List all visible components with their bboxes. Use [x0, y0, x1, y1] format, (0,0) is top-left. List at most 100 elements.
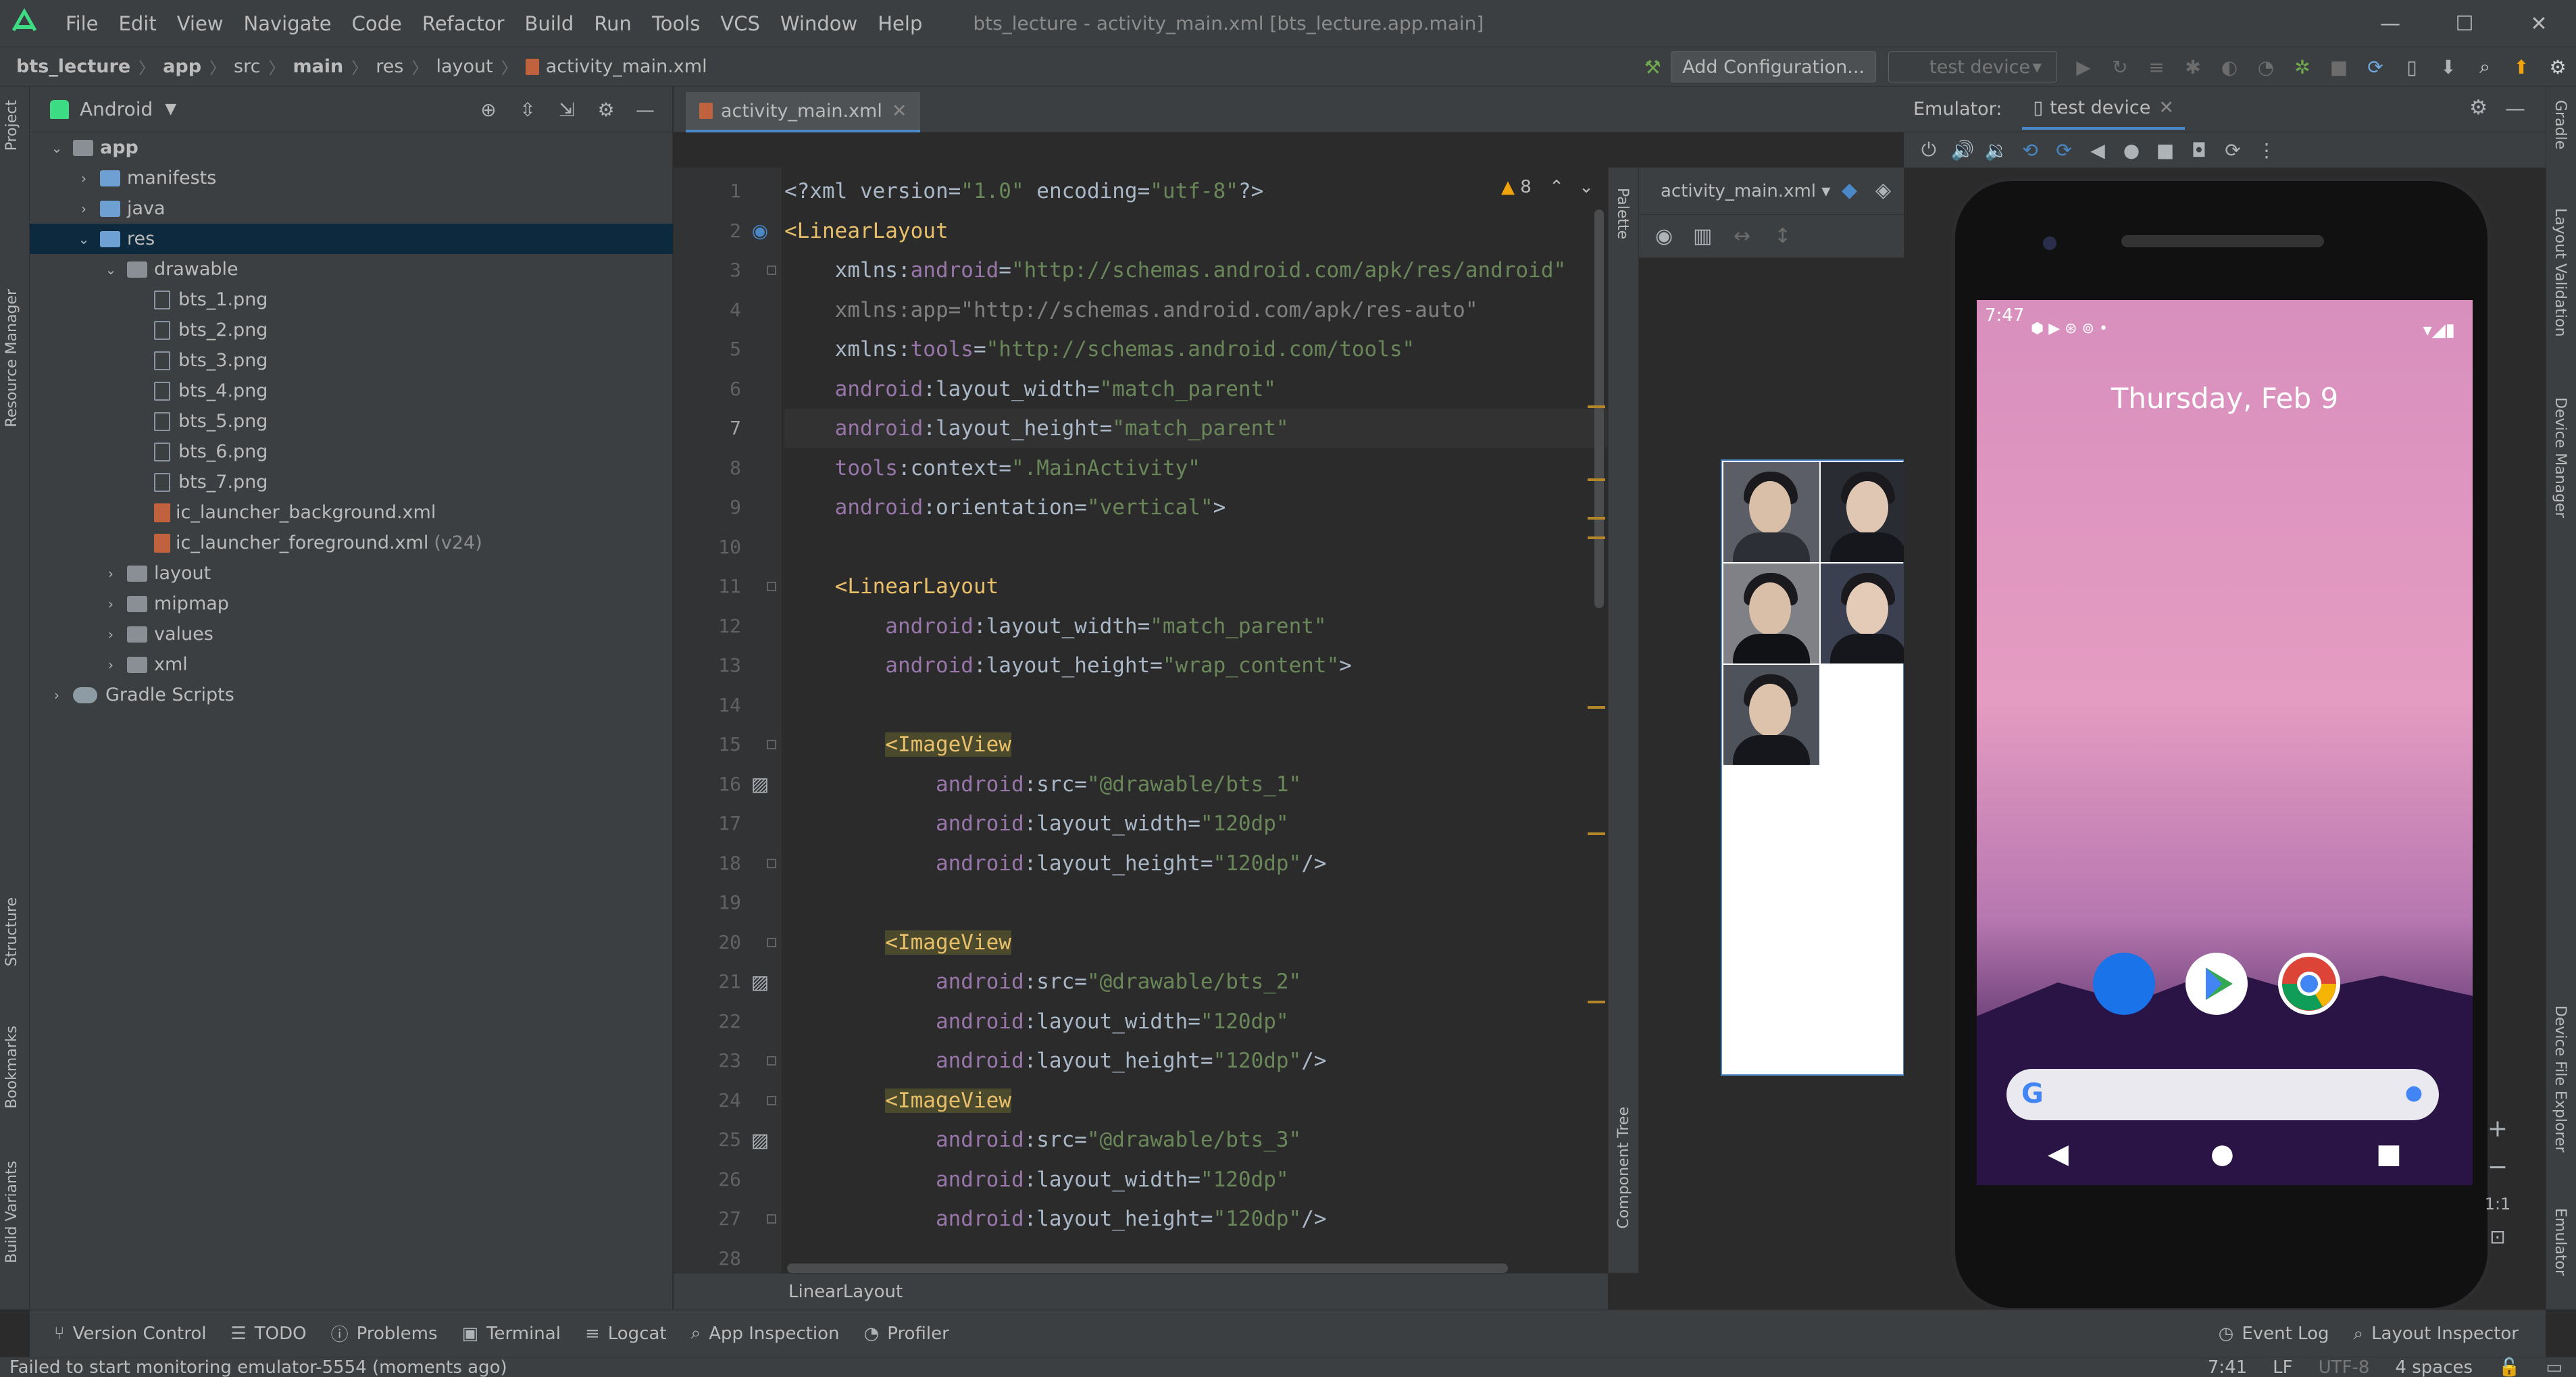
power-icon[interactable]: ⏻	[1912, 136, 1946, 164]
tree-item-manifests[interactable]: › manifests	[30, 163, 673, 193]
tab-emulator[interactable]: Emulator	[2552, 1208, 2569, 1276]
memory-indicator-icon[interactable]: ▭	[2546, 1357, 2562, 1377]
profiler-button[interactable]: ◔ Profiler	[864, 1324, 949, 1344]
breadcrumb-src[interactable]: src	[234, 56, 260, 77]
layout-preview[interactable]	[1721, 459, 1917, 1076]
tree-item-xml[interactable]: › xml	[30, 649, 673, 680]
collapsed-arrow-icon[interactable]: ›	[103, 626, 119, 643]
layers-icon[interactable]: ◆	[1842, 178, 1857, 202]
tree-item-gradle-scripts[interactable]: › Gradle Scripts	[30, 680, 673, 710]
tab-bookmarks[interactable]: Bookmarks	[3, 1026, 20, 1109]
close-icon[interactable]: ✕	[2502, 0, 2576, 47]
breadcrumb-layout[interactable]: layout	[436, 56, 493, 77]
menu-build[interactable]: Build	[515, 12, 584, 35]
menu-tools[interactable]: Tools	[642, 12, 710, 35]
collapsed-arrow-icon[interactable]: ›	[103, 566, 119, 582]
zoom-actual-size[interactable]: 1:1	[2485, 1195, 2511, 1213]
caret-position[interactable]: 7:41	[2208, 1357, 2247, 1377]
tab-device-file-explorer[interactable]: Device File Explorer	[2552, 1005, 2569, 1153]
debug-icon[interactable]: ✱	[2179, 53, 2206, 80]
expanded-arrow-icon[interactable]: ⌄	[49, 140, 65, 156]
fold-marker-icon[interactable]	[767, 266, 776, 275]
expand-all-icon[interactable]: ⇳	[513, 95, 542, 124]
device-selector[interactable]: test device ▾	[1888, 51, 2057, 82]
warning-stripe-marker[interactable]	[1588, 405, 1605, 408]
preview-image-bts-3[interactable]	[1723, 564, 1819, 664]
close-tab-icon[interactable]: ✕	[2158, 97, 2174, 118]
phone-home-icon[interactable]: ●	[2211, 1138, 2234, 1170]
menu-file[interactable]: File	[55, 12, 109, 35]
tab-resource-manager[interactable]: Resource Manager	[3, 289, 20, 427]
emulator-device-tab[interactable]: ▯ test device ✕	[2022, 89, 2185, 130]
volume-down-icon[interactable]: 🔉	[1979, 136, 2013, 164]
file-encoding[interactable]: UTF-8	[2319, 1357, 2370, 1377]
volume-up-icon[interactable]: 🔊	[1946, 136, 1979, 164]
tree-item-bts-3-png[interactable]: bts_3.png	[30, 345, 673, 376]
tree-item-bts-6-png[interactable]: bts_6.png	[30, 436, 673, 467]
menu-navigate[interactable]: Navigate	[234, 12, 342, 35]
tree-item-bts-1-png[interactable]: bts_1.png	[30, 284, 673, 315]
apply-changes-icon[interactable]: ≡	[2143, 53, 2170, 80]
preview-image-bts-4[interactable]	[1821, 564, 1917, 664]
menu-run[interactable]: Run	[584, 12, 642, 35]
menu-view[interactable]: View	[167, 12, 234, 35]
minimize-icon[interactable]: —	[2353, 0, 2427, 47]
zoom-fit-icon[interactable]: ⊡	[2490, 1226, 2505, 1248]
snapshot-icon[interactable]: ⟳	[2216, 136, 2250, 164]
preview-image-bts-2[interactable]	[1821, 462, 1917, 562]
chrome-app-icon[interactable]	[2278, 953, 2340, 1015]
fold-marker-icon[interactable]	[767, 1056, 776, 1066]
terminal-button[interactable]: ▣ Terminal	[461, 1324, 560, 1344]
tree-item-bts-5-png[interactable]: bts_5.png	[30, 406, 673, 436]
hammer-icon[interactable]: ⚒	[1639, 53, 1666, 80]
gear-icon[interactable]: ⚙	[591, 95, 621, 124]
breadcrumb-main[interactable]: main	[293, 56, 343, 77]
lock-icon[interactable]: 🔓	[2498, 1357, 2520, 1377]
sync-gradle-icon[interactable]: ⟳	[2362, 53, 2389, 80]
tree-item-drawable[interactable]: ⌄ drawable	[30, 254, 673, 284]
fold-marker-icon[interactable]	[767, 937, 776, 947]
expanded-arrow-icon[interactable]: ⌄	[103, 261, 119, 278]
blueprint-icon[interactable]: ▥	[1693, 224, 1712, 248]
tree-item-ic-launcher-background-xml[interactable]: ic_launcher_background.xml	[30, 497, 673, 528]
coverage-icon[interactable]: ◔	[2252, 53, 2279, 80]
rotate-left-icon[interactable]: ⟲	[2013, 136, 2047, 164]
breadcrumb-app[interactable]: app	[163, 56, 201, 77]
phone-recents-icon[interactable]: ■	[2376, 1138, 2402, 1170]
collapse-all-icon[interactable]: ⇲	[552, 95, 582, 124]
expanded-arrow-icon[interactable]: ⌄	[76, 231, 92, 247]
tab-build-variants[interactable]: Build Variants	[3, 1161, 20, 1263]
messages-app-icon[interactable]	[2093, 953, 2155, 1015]
tab-device-manager[interactable]: Device Manager	[2552, 397, 2569, 518]
tree-item-bts-4-png[interactable]: bts_4.png	[30, 376, 673, 406]
collapsed-arrow-icon[interactable]: ›	[103, 596, 119, 612]
horizontal-resize-icon[interactable]: ↔	[1734, 224, 1750, 248]
play-store-app-icon[interactable]	[2186, 953, 2248, 1015]
tab-layout-validation[interactable]: Layout Validation	[2552, 208, 2569, 336]
tab-palette[interactable]: Palette	[1614, 188, 1631, 239]
warning-stripe-marker[interactable]	[1588, 832, 1605, 835]
tab-activity-main-xml[interactable]: activity_main.xml ✕	[686, 92, 921, 132]
problems-button[interactable]: ⓘ Problems	[331, 1321, 438, 1346]
rotate-right-icon[interactable]: ⟳	[2047, 136, 2081, 164]
preview-image-bts-1[interactable]	[1723, 462, 1819, 562]
tree-item-ic-launcher-foreground-xml[interactable]: ic_launcher_foreground.xml (v24)	[30, 528, 673, 558]
rerun-icon[interactable]: ↻	[2106, 53, 2133, 80]
todo-button[interactable]: ☰ TODO	[230, 1324, 306, 1344]
home-icon[interactable]: ●	[2115, 136, 2148, 164]
menu-refactor[interactable]: Refactor	[412, 12, 515, 35]
image-preview-icon[interactable]: ▨	[747, 771, 774, 798]
warning-stripe-marker[interactable]	[1588, 1001, 1605, 1003]
fold-marker-icon[interactable]	[767, 582, 776, 591]
menu-vcs[interactable]: VCS	[710, 12, 770, 35]
preview-image-bts-5[interactable]	[1723, 665, 1819, 765]
add-configuration-button[interactable]: Add Configuration...	[1671, 51, 1876, 82]
locate-icon[interactable]: ⊕	[474, 95, 503, 124]
status-message[interactable]: Failed to start monitoring emulator-5554…	[9, 1357, 507, 1377]
image-preview-icon[interactable]: ▨	[747, 1126, 774, 1153]
phone-screen[interactable]: ▾◢▮ ⬢ ▶ ⊛ ⊚ •	[1977, 300, 2473, 1185]
profile-icon[interactable]: ◐	[2216, 53, 2243, 80]
orientation-icon[interactable]: ◈	[1875, 178, 1891, 202]
breadcrumb-project[interactable]: bts_lecture	[16, 56, 130, 77]
camera-icon[interactable]: ◘	[2182, 136, 2216, 164]
